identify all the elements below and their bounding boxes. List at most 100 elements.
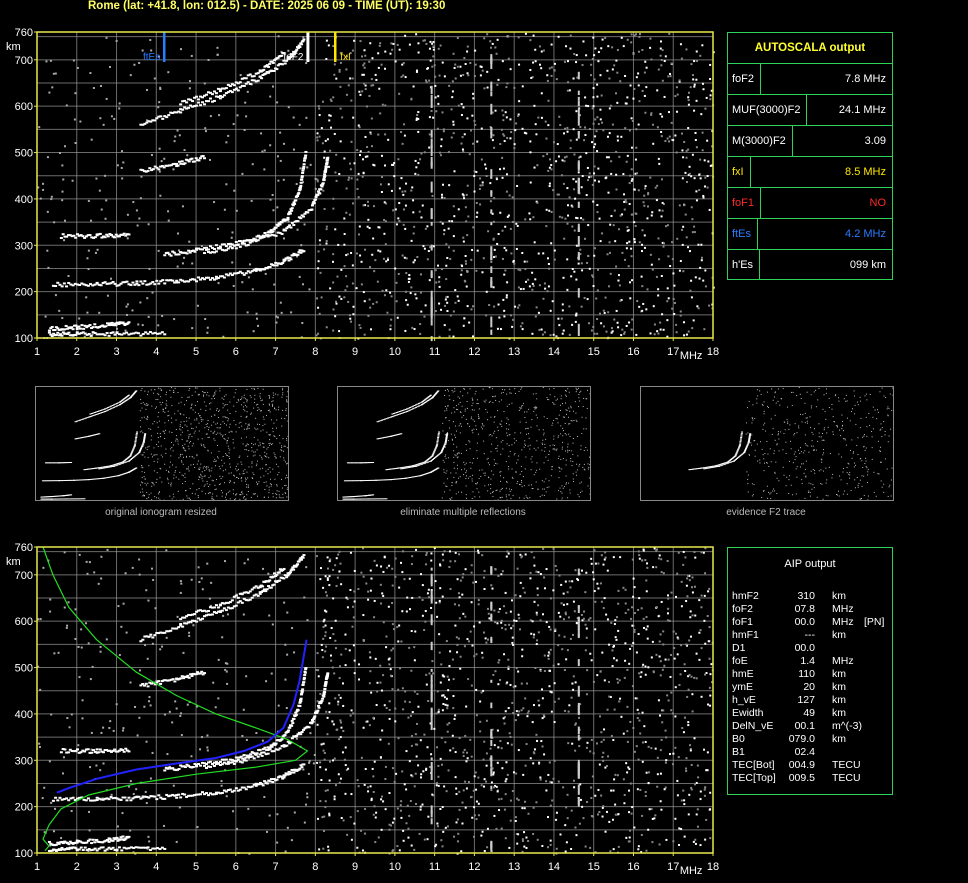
noise-dot — [479, 74, 482, 77]
noise-dot — [369, 785, 372, 788]
noise-dot — [529, 39, 532, 42]
noise-dot — [339, 777, 342, 780]
trace-point — [252, 757, 256, 760]
noise-dot — [586, 166, 589, 169]
noise-dot — [585, 104, 588, 107]
noise-dot — [707, 703, 710, 706]
noise-dot — [636, 788, 639, 791]
trace-point — [61, 233, 65, 236]
noise-dot — [319, 766, 322, 769]
noise-dot — [430, 247, 433, 251]
noise-dot — [586, 741, 589, 744]
trace-point — [153, 119, 157, 122]
noise-dot — [359, 93, 362, 96]
noise-dot — [709, 94, 712, 97]
trace-point — [54, 285, 58, 288]
noise-dot — [686, 595, 689, 598]
noise-dot — [417, 42, 420, 45]
noise-dot — [505, 761, 508, 764]
noise-dot — [553, 759, 556, 762]
noise-dot — [600, 94, 603, 97]
noise-dot — [255, 732, 258, 735]
noise-dot — [290, 839, 293, 842]
noise-dot — [497, 233, 500, 236]
noise-dot — [577, 108, 580, 119]
trace-point — [314, 196, 318, 199]
noise-dot — [537, 252, 540, 255]
noise-dot — [430, 319, 433, 326]
noise-dot — [139, 197, 142, 200]
noise-dot — [328, 814, 331, 817]
noise-dot — [364, 84, 367, 87]
trace-point — [272, 750, 276, 753]
noise-dot — [325, 610, 328, 613]
noise-dot — [507, 665, 510, 668]
noise-dot — [438, 599, 441, 602]
noise-dot — [545, 621, 548, 624]
noise-dot — [529, 619, 532, 622]
trace-point — [210, 763, 214, 766]
noise-dot — [557, 644, 560, 647]
noise-dot — [696, 305, 699, 308]
noise-dot — [78, 317, 81, 320]
noise-dot — [415, 297, 418, 300]
noise-dot — [496, 761, 499, 764]
noise-dot — [666, 137, 669, 140]
noise-dot — [410, 239, 413, 242]
noise-dot — [469, 738, 472, 741]
noise-dot — [428, 79, 431, 82]
noise-dot — [109, 720, 112, 723]
trace-point — [274, 261, 278, 264]
noise-dot — [609, 850, 612, 853]
trace-point — [175, 796, 179, 799]
noise-dot — [457, 104, 460, 107]
trace-point — [54, 796, 58, 799]
noise-dot — [497, 661, 500, 664]
noise-dot — [584, 591, 587, 594]
noise-dot — [335, 179, 338, 182]
noise-dot — [446, 723, 449, 726]
noise-dot — [441, 845, 444, 848]
noise-dot — [318, 239, 321, 242]
noise-dot — [527, 812, 530, 815]
trace-point — [280, 738, 284, 741]
trace-point — [261, 784, 265, 787]
noise-dot — [678, 79, 681, 82]
trace-point — [312, 202, 316, 205]
noise-dot — [377, 66, 380, 69]
noise-dot — [316, 700, 319, 703]
noise-dot — [691, 153, 694, 156]
trace-point — [141, 638, 145, 641]
noise-dot — [325, 240, 328, 243]
noise-dot — [420, 216, 423, 219]
noise-dot — [58, 152, 61, 155]
noise-dot — [524, 218, 527, 221]
noise-dot — [265, 680, 268, 683]
noise-dot — [552, 589, 555, 592]
noise-dot — [446, 310, 449, 313]
noise-dot — [602, 751, 605, 754]
noise-dot — [245, 115, 248, 118]
x-tick-label: 11 — [429, 346, 440, 358]
trace-point — [107, 798, 111, 801]
noise-dot — [514, 594, 517, 597]
noise-dot — [351, 264, 354, 267]
noise-dot — [492, 238, 495, 241]
noise-dot — [681, 177, 684, 180]
noise-dot — [368, 682, 371, 685]
noise-dot — [630, 41, 633, 44]
trace-point — [301, 683, 305, 686]
noise-dot — [530, 551, 533, 554]
noise-dot — [196, 826, 199, 829]
noise-dot — [616, 71, 619, 74]
noise-dot — [407, 280, 410, 283]
trace-point — [234, 787, 238, 790]
noise-dot — [462, 324, 465, 327]
noise-dot — [474, 63, 477, 66]
noise-dot — [417, 764, 420, 767]
noise-dot — [661, 79, 664, 82]
trace-point — [293, 202, 297, 205]
noise-dot — [299, 167, 302, 170]
noise-dot — [575, 54, 578, 57]
noise-dot — [493, 744, 496, 747]
